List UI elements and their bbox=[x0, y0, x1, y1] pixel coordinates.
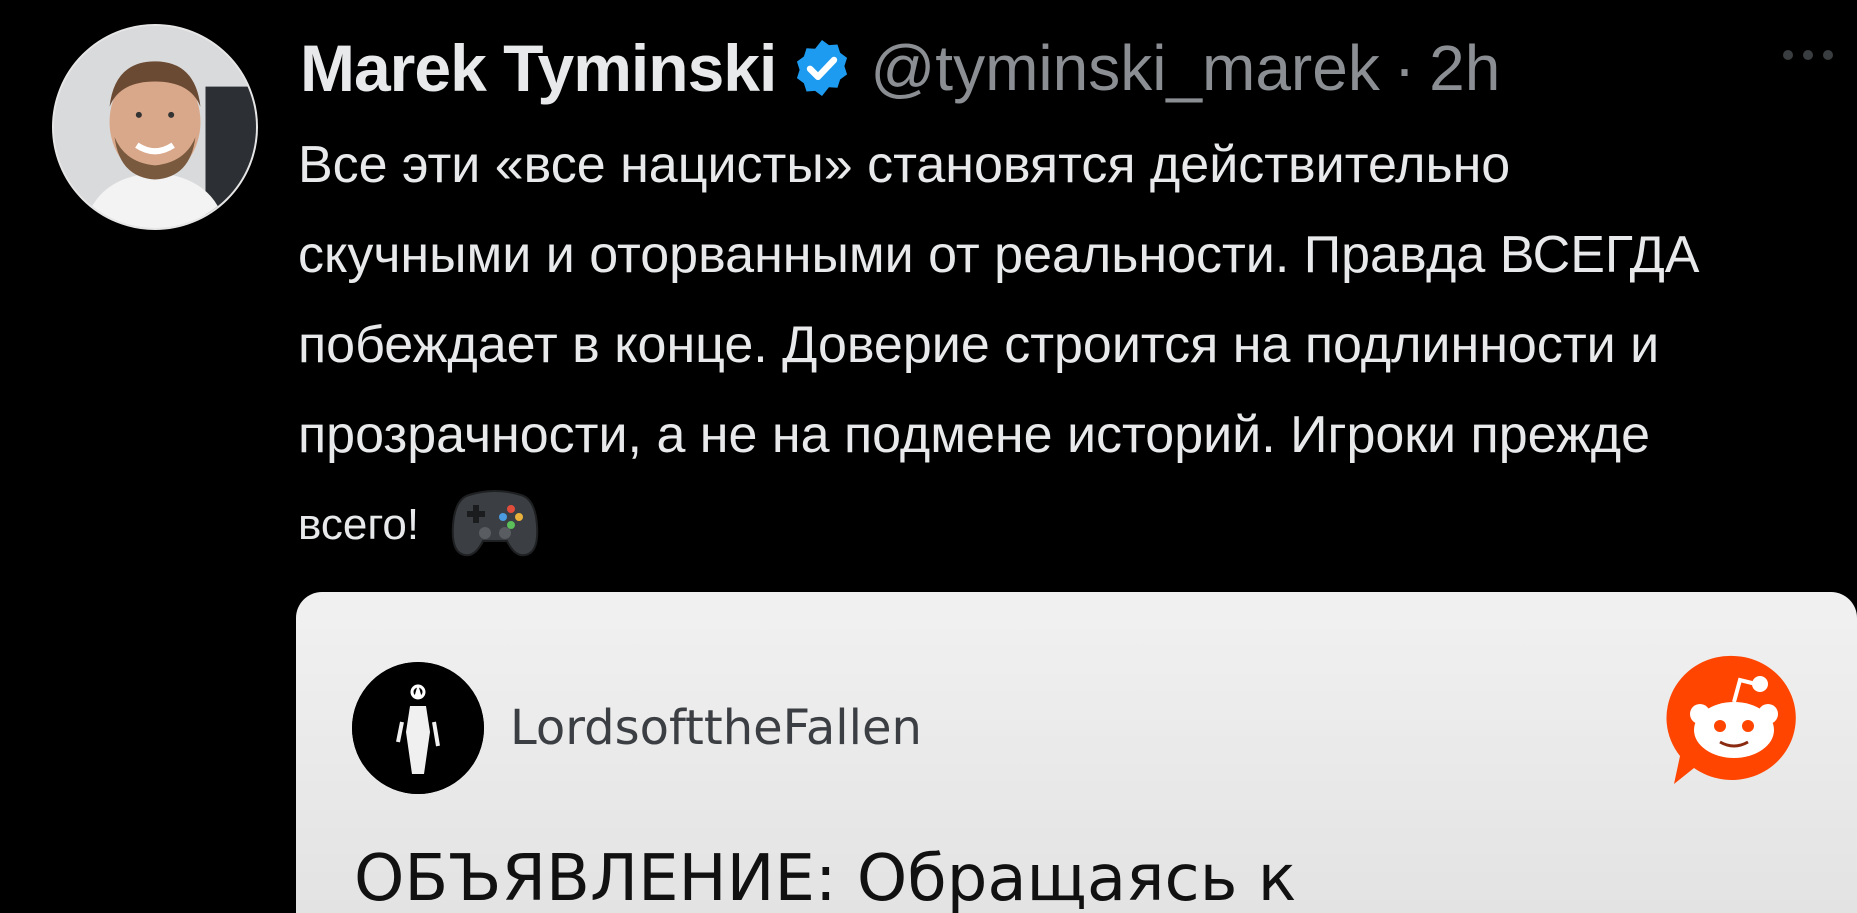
tweet-text: Все эти «все нацисты» становятся действи… bbox=[298, 120, 1818, 570]
separator-dot: · bbox=[1393, 32, 1416, 104]
card-account-avatar[interactable] bbox=[352, 662, 484, 794]
video-game-controller-icon bbox=[449, 481, 541, 561]
tweet-screenshot: Marek Tyminski @tyminski_marek · 2h Все … bbox=[0, 0, 1857, 913]
reddit-icon bbox=[1664, 652, 1804, 788]
embedded-reddit-card[interactable]: LordsofttheFallen ОБЪЯВЛЕНИЕ: Обращаясь … bbox=[296, 592, 1857, 913]
tweet-text-fragment: всего! bbox=[298, 500, 420, 549]
tweet-text-line: Все эти «все нацисты» становятся действи… bbox=[298, 136, 1511, 194]
more-options-icon[interactable] bbox=[1783, 46, 1853, 64]
tweet-text-line: побеждает в конце. Доверие строится на п… bbox=[298, 316, 1660, 374]
author-name[interactable]: Marek Tyminski bbox=[300, 30, 777, 106]
card-headline[interactable]: ОБЪЯВЛЕНИЕ: Обращаясь к bbox=[354, 842, 1296, 913]
verified-badge-icon bbox=[790, 36, 854, 100]
tweet-text-line: прозрачности, а не на подмене историй. И… bbox=[298, 406, 1650, 464]
author-avatar[interactable] bbox=[52, 24, 258, 230]
tweet-timestamp[interactable]: 2h bbox=[1429, 31, 1500, 105]
tweet-text-line-last: всего! bbox=[298, 480, 1818, 570]
tweet-text-line: скучными и оторванными от реальности. Пр… bbox=[298, 226, 1700, 284]
author-handle[interactable]: @tyminski_marek bbox=[870, 31, 1380, 105]
tweet-header: Marek Tyminski @tyminski_marek · 2h bbox=[300, 28, 1500, 108]
card-account-name[interactable]: LordsofttheFallen bbox=[510, 700, 922, 756]
author-photo bbox=[54, 26, 256, 228]
